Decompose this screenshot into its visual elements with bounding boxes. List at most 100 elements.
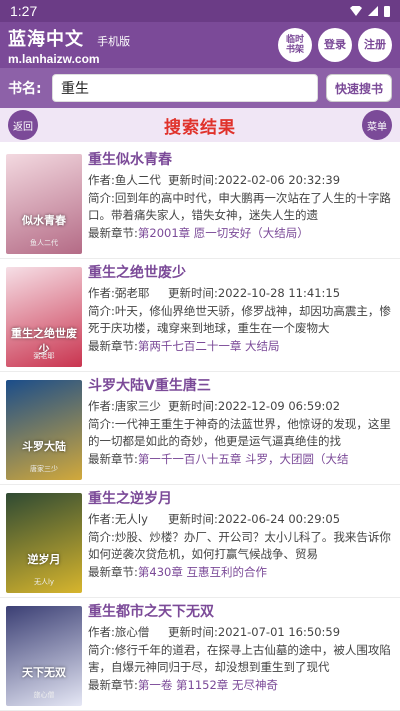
book-intro: 简介:回到年的高中时代，申大鹏再一次站在了人生的十字路口。带着痛失家人，错失女神… bbox=[88, 190, 394, 225]
cover-author: 唐家三少 bbox=[30, 465, 58, 473]
latest-label: 最新章节: bbox=[88, 338, 138, 353]
cover-title: 似水青春 bbox=[22, 214, 66, 227]
latest-chapter-link[interactable]: 第一卷 第1152章 无尽神奇 bbox=[138, 678, 278, 692]
author-name: 无人ly bbox=[114, 512, 148, 526]
book-title[interactable]: 斗罗大陆V重生唐三 bbox=[88, 376, 394, 396]
cover-title: 天下无双 bbox=[22, 666, 66, 679]
battery-icon bbox=[384, 5, 390, 17]
latest-chapter-link[interactable]: 第2001章 愿一切安好（大结局） bbox=[138, 226, 309, 240]
search-input[interactable] bbox=[52, 74, 318, 102]
latest-chapter-row: 最新章节:第两千七百二十一章 大结局 bbox=[88, 338, 394, 356]
book-meta: 作者:无人ly 更新时间:2022-06-24 00:29:05 bbox=[88, 511, 394, 529]
book-info: 重生之逆岁月 作者:无人ly 更新时间:2022-06-24 00:29:05 … bbox=[88, 489, 394, 591]
latest-chapter-link[interactable]: 第430章 互惠互利的合作 bbox=[138, 565, 267, 579]
book-item[interactable]: 天下无双 旅心僧 重生都市之天下无双 作者:旅心僧 更新时间:2021-07-0… bbox=[0, 598, 400, 711]
signal-icon bbox=[368, 6, 378, 16]
author-name: 鱼人二代 bbox=[114, 173, 161, 187]
site-name: 蓝海中文 bbox=[8, 28, 84, 50]
book-title[interactable]: 重生似水青春 bbox=[88, 150, 394, 170]
book-intro: 简介:炒股、炒楼？办厂、开公司？太小儿科了。我来告诉你如何逆袭次贷危机，如何打赢… bbox=[88, 529, 394, 564]
search-label: 书名: bbox=[8, 81, 42, 97]
register-button[interactable]: 注册 bbox=[358, 28, 392, 62]
book-cover[interactable]: 天下无双 旅心僧 bbox=[6, 606, 82, 706]
book-intro: 简介:一代神王重生于神奇的法蓝世界，他惊讶的发现，这里的一切都是如此的奇妙，他更… bbox=[88, 416, 394, 451]
cover-author: 鱼人二代 bbox=[30, 239, 58, 247]
site-brand[interactable]: 蓝海中文 手机版 m.lanhaizw.com bbox=[8, 25, 272, 66]
update-label: 更新时间: bbox=[168, 625, 218, 639]
latest-label: 最新章节: bbox=[88, 677, 138, 692]
intro-text: 一代神王重生于神奇的法蓝世界，他惊讶的发现，这里的一切都是如此的奇妙，他更是运气… bbox=[88, 416, 391, 449]
update-time: 2022-06-24 00:29:05 bbox=[217, 512, 341, 526]
book-item[interactable]: 斗罗大陆 唐家三少 斗罗大陆V重生唐三 作者:唐家三少 更新时间:2022-12… bbox=[0, 372, 400, 485]
cover-author: 旅心僧 bbox=[33, 691, 55, 699]
back-button[interactable]: 返回 bbox=[8, 110, 38, 140]
book-title[interactable]: 重生都市之天下无双 bbox=[88, 602, 394, 622]
intro-label: 简介: bbox=[88, 416, 115, 431]
system-icons bbox=[350, 5, 390, 17]
intro-label: 简介: bbox=[88, 303, 115, 318]
book-item[interactable]: 逆岁月 无人ly 重生之逆岁月 作者:无人ly 更新时间:2022-06-24 … bbox=[0, 485, 400, 598]
status-bar: 1:27 bbox=[0, 0, 400, 22]
author-label: 作者: bbox=[88, 399, 115, 413]
book-cover[interactable]: 逆岁月 无人ly bbox=[6, 493, 82, 593]
update-time: 2021-07-01 16:50:59 bbox=[217, 625, 341, 639]
temp-bookshelf-button[interactable]: 临时 书架 bbox=[278, 28, 312, 62]
cover-title: 斗罗大陆 bbox=[22, 440, 66, 453]
book-intro: 简介:修行千年的道君，在探寻上古仙墓的途中，被人围攻陷害，自爆元神同归于尽，却没… bbox=[88, 642, 394, 677]
latest-chapter-row: 最新章节:第一千一百八十五章 斗罗，大团圆（大结 bbox=[88, 451, 394, 469]
menu-button[interactable]: 菜单 bbox=[362, 110, 392, 140]
book-title[interactable]: 重生之绝世废少 bbox=[88, 263, 394, 283]
author-label: 作者: bbox=[88, 173, 115, 187]
page-title: 搜索结果 bbox=[164, 117, 236, 138]
author-label: 作者: bbox=[88, 286, 115, 300]
latest-label: 最新章节: bbox=[88, 225, 138, 240]
latest-chapter-row: 最新章节:第430章 互惠互利的合作 bbox=[88, 564, 394, 582]
book-meta: 作者:唐家三少 更新时间:2022-12-09 06:59:02 bbox=[88, 398, 394, 416]
update-time: 2022-02-06 20:32:39 bbox=[217, 173, 341, 187]
latest-label: 最新章节: bbox=[88, 451, 138, 466]
cover-title: 逆岁月 bbox=[27, 553, 61, 566]
site-tag: 手机版 bbox=[97, 34, 131, 48]
book-info: 重生之绝世废少 作者:弼老耶 更新时间:2022-10-28 11:41:15 … bbox=[88, 263, 394, 365]
update-label: 更新时间: bbox=[168, 399, 218, 413]
author-name: 弼老耶 bbox=[114, 286, 150, 300]
update-label: 更新时间: bbox=[168, 286, 218, 300]
book-item[interactable]: 重生之绝世废少 弼老耶 重生之绝世废少 作者:弼老耶 更新时间:2022-10-… bbox=[0, 259, 400, 372]
book-cover[interactable]: 似水青春 鱼人二代 bbox=[6, 154, 82, 254]
book-title[interactable]: 重生之逆岁月 bbox=[88, 489, 394, 509]
login-button[interactable]: 登录 bbox=[318, 28, 352, 62]
latest-chapter-link[interactable]: 第一千一百八十五章 斗罗，大团圆（大结 bbox=[138, 452, 349, 466]
intro-text: 修行千年的道君，在探寻上古仙墓的途中，被人围攻陷害，自爆元神同归于尽，却没想到重… bbox=[88, 642, 391, 675]
book-cover[interactable]: 重生之绝世废少 弼老耶 bbox=[6, 267, 82, 367]
book-cover[interactable]: 斗罗大陆 唐家三少 bbox=[6, 380, 82, 480]
author-name: 唐家三少 bbox=[114, 399, 161, 413]
book-info: 斗罗大陆V重生唐三 作者:唐家三少 更新时间:2022-12-09 06:59:… bbox=[88, 376, 394, 478]
cover-author: 无人ly bbox=[33, 578, 55, 586]
book-info: 重生似水青春 作者:鱼人二代 更新时间:2022-02-06 20:32:39 … bbox=[88, 150, 394, 252]
intro-label: 简介: bbox=[88, 529, 115, 544]
intro-text: 叶天，修仙界绝世天骄，修罗战神，却因功高震主，惨死于庆功楼，魂穿来到地球，重生在… bbox=[88, 303, 391, 336]
site-url: m.lanhaizw.com bbox=[8, 51, 100, 66]
update-label: 更新时间: bbox=[168, 512, 218, 526]
latest-chapter-row: 最新章节:第2001章 愿一切安好（大结局） bbox=[88, 225, 394, 243]
search-bar: 书名: 快速搜书 bbox=[0, 68, 400, 108]
author-name: 旅心僧 bbox=[114, 625, 150, 639]
search-results-list: 似水青春 鱼人二代 重生似水青春 作者:鱼人二代 更新时间:2022-02-06… bbox=[0, 142, 400, 711]
intro-label: 简介: bbox=[88, 190, 115, 205]
author-label: 作者: bbox=[88, 512, 115, 526]
quick-search-button[interactable]: 快速搜书 bbox=[325, 74, 392, 102]
intro-text: 炒股、炒楼？办厂、开公司？太小儿科了。我来告诉你如何逆袭次贷危机，如何打赢气候战… bbox=[88, 529, 391, 562]
book-info: 重生都市之天下无双 作者:旅心僧 更新时间:2021-07-01 16:50:5… bbox=[88, 602, 394, 704]
update-time: 2022-12-09 06:59:02 bbox=[217, 399, 341, 413]
book-meta: 作者:鱼人二代 更新时间:2022-02-06 20:32:39 bbox=[88, 172, 394, 190]
update-label: 更新时间: bbox=[168, 173, 218, 187]
latest-chapter-link[interactable]: 第两千七百二十一章 大结局 bbox=[138, 339, 280, 353]
title-bar: 返回 搜索结果 菜单 bbox=[0, 108, 400, 142]
intro-text: 回到年的高中时代，申大鹏再一次站在了人生的十字路口。带着痛失家人，错失女神，迷失… bbox=[88, 190, 391, 223]
book-meta: 作者:弼老耶 更新时间:2022-10-28 11:41:15 bbox=[88, 285, 394, 303]
site-header: 蓝海中文 手机版 m.lanhaizw.com 临时 书架 登录 注册 bbox=[0, 22, 400, 68]
author-label: 作者: bbox=[88, 625, 115, 639]
update-time: 2022-10-28 11:41:15 bbox=[217, 286, 341, 300]
latest-label: 最新章节: bbox=[88, 564, 138, 579]
book-item[interactable]: 似水青春 鱼人二代 重生似水青春 作者:鱼人二代 更新时间:2022-02-06… bbox=[0, 146, 400, 259]
